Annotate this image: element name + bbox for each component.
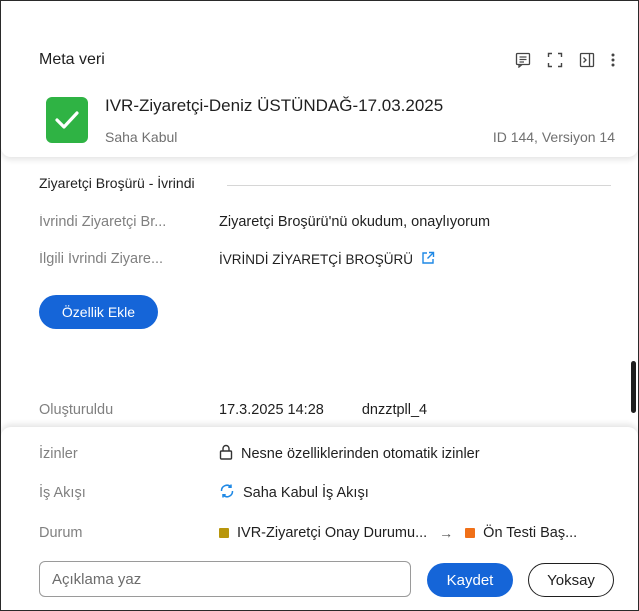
- property-label: İvrindi Ziyaretçi Br...: [39, 214, 167, 230]
- header-toolbar: [514, 51, 616, 69]
- lock-icon: [219, 444, 233, 464]
- workflow-row[interactable]: İş Akışı Saha Kabul İş Akışı: [39, 482, 619, 504]
- document-class: Saha Kabul: [105, 129, 178, 145]
- created-label: Oluşturuldu: [39, 402, 114, 418]
- document-title: IVR-Ziyaretçi-Deniz ÜSTÜNDAĞ-17.03.2025: [105, 96, 444, 115]
- comment-icon[interactable]: [514, 51, 532, 69]
- workflow-label: İş Akışı: [39, 485, 86, 501]
- panel-title: Meta veri: [39, 51, 105, 68]
- property-row[interactable]: İlgili İvrindi Ziyare... İVRİNDİ ZİYARET…: [39, 248, 619, 270]
- add-property-button[interactable]: Özellik Ekle: [39, 295, 158, 329]
- related-document-link[interactable]: İVRİNDİ ZİYARETÇİ BROŞÜRÜ: [219, 252, 413, 267]
- section-title: Ziyaretçi Broşürü - İvrindi: [39, 175, 195, 191]
- ignore-button[interactable]: Yoksay: [528, 563, 614, 597]
- arrow-right-icon: →: [439, 525, 454, 541]
- metadata-panel: Meta veri IVR-Ziyaretçi-Deniz ÜSTÜNDAĞ-1…: [0, 0, 639, 611]
- section-divider: [227, 185, 611, 186]
- next-state-color-square: [465, 528, 476, 538]
- created-user: dnzztpll_4: [361, 402, 428, 418]
- permissions-label: İzinler: [39, 446, 78, 462]
- document-checkmark-icon: [46, 97, 88, 143]
- document-id-version: ID 144, Versiyon 14: [492, 129, 615, 145]
- state-row[interactable]: Durum IVR-Ziyaretçi Onay Durumu... → Ön …: [39, 522, 619, 544]
- open-external-icon[interactable]: [421, 251, 435, 268]
- workflow-value: Saha Kabul İş Akışı: [219, 483, 369, 503]
- save-button[interactable]: Kaydet: [427, 563, 513, 597]
- workflow-cycle-icon: [219, 483, 235, 503]
- metadata-header: Meta veri IVR-Ziyaretçi-Deniz ÜSTÜNDAĞ-1…: [1, 1, 638, 157]
- comment-input[interactable]: [39, 561, 411, 597]
- fullscreen-icon[interactable]: [546, 51, 564, 69]
- created-row: Oluşturuldu 17.3.2025 14:28 dnzztpll_4: [39, 399, 619, 421]
- properties-content: Ziyaretçi Broşürü - İvrindi İvrindi Ziya…: [1, 141, 638, 431]
- state-label: Durum: [39, 525, 83, 541]
- more-vert-icon[interactable]: [610, 51, 616, 69]
- current-state-color-square: [219, 528, 229, 538]
- property-value: Ziyaretçi Broşürü'nü okudum, onaylıyorum: [219, 214, 491, 230]
- current-state: IVR-Ziyaretçi Onay Durumu...: [237, 525, 428, 541]
- property-value: İVRİNDİ ZİYARETÇİ BROŞÜRÜ: [219, 251, 435, 268]
- created-date: 17.3.2025 14:28: [219, 402, 324, 418]
- workflow-panel: İzinler Nesne özelliklerinden otomatik i…: [1, 427, 638, 610]
- created-value: 17.3.2025 14:28 dnzztpll_4: [219, 402, 427, 418]
- panel-exit-icon[interactable]: [578, 51, 596, 69]
- next-state: Ön Testi Baş...: [483, 525, 578, 541]
- permissions-value: Nesne özelliklerinden otomatik izinler: [219, 444, 480, 464]
- scrollbar-thumb[interactable]: [631, 361, 636, 413]
- state-value: IVR-Ziyaretçi Onay Durumu... → Ön Testi …: [219, 525, 577, 541]
- permissions-row[interactable]: İzinler Nesne özelliklerinden otomatik i…: [39, 443, 619, 465]
- property-label: İlgili İvrindi Ziyare...: [39, 251, 164, 267]
- property-row[interactable]: İvrindi Ziyaretçi Br... Ziyaretçi Broşür…: [39, 211, 619, 233]
